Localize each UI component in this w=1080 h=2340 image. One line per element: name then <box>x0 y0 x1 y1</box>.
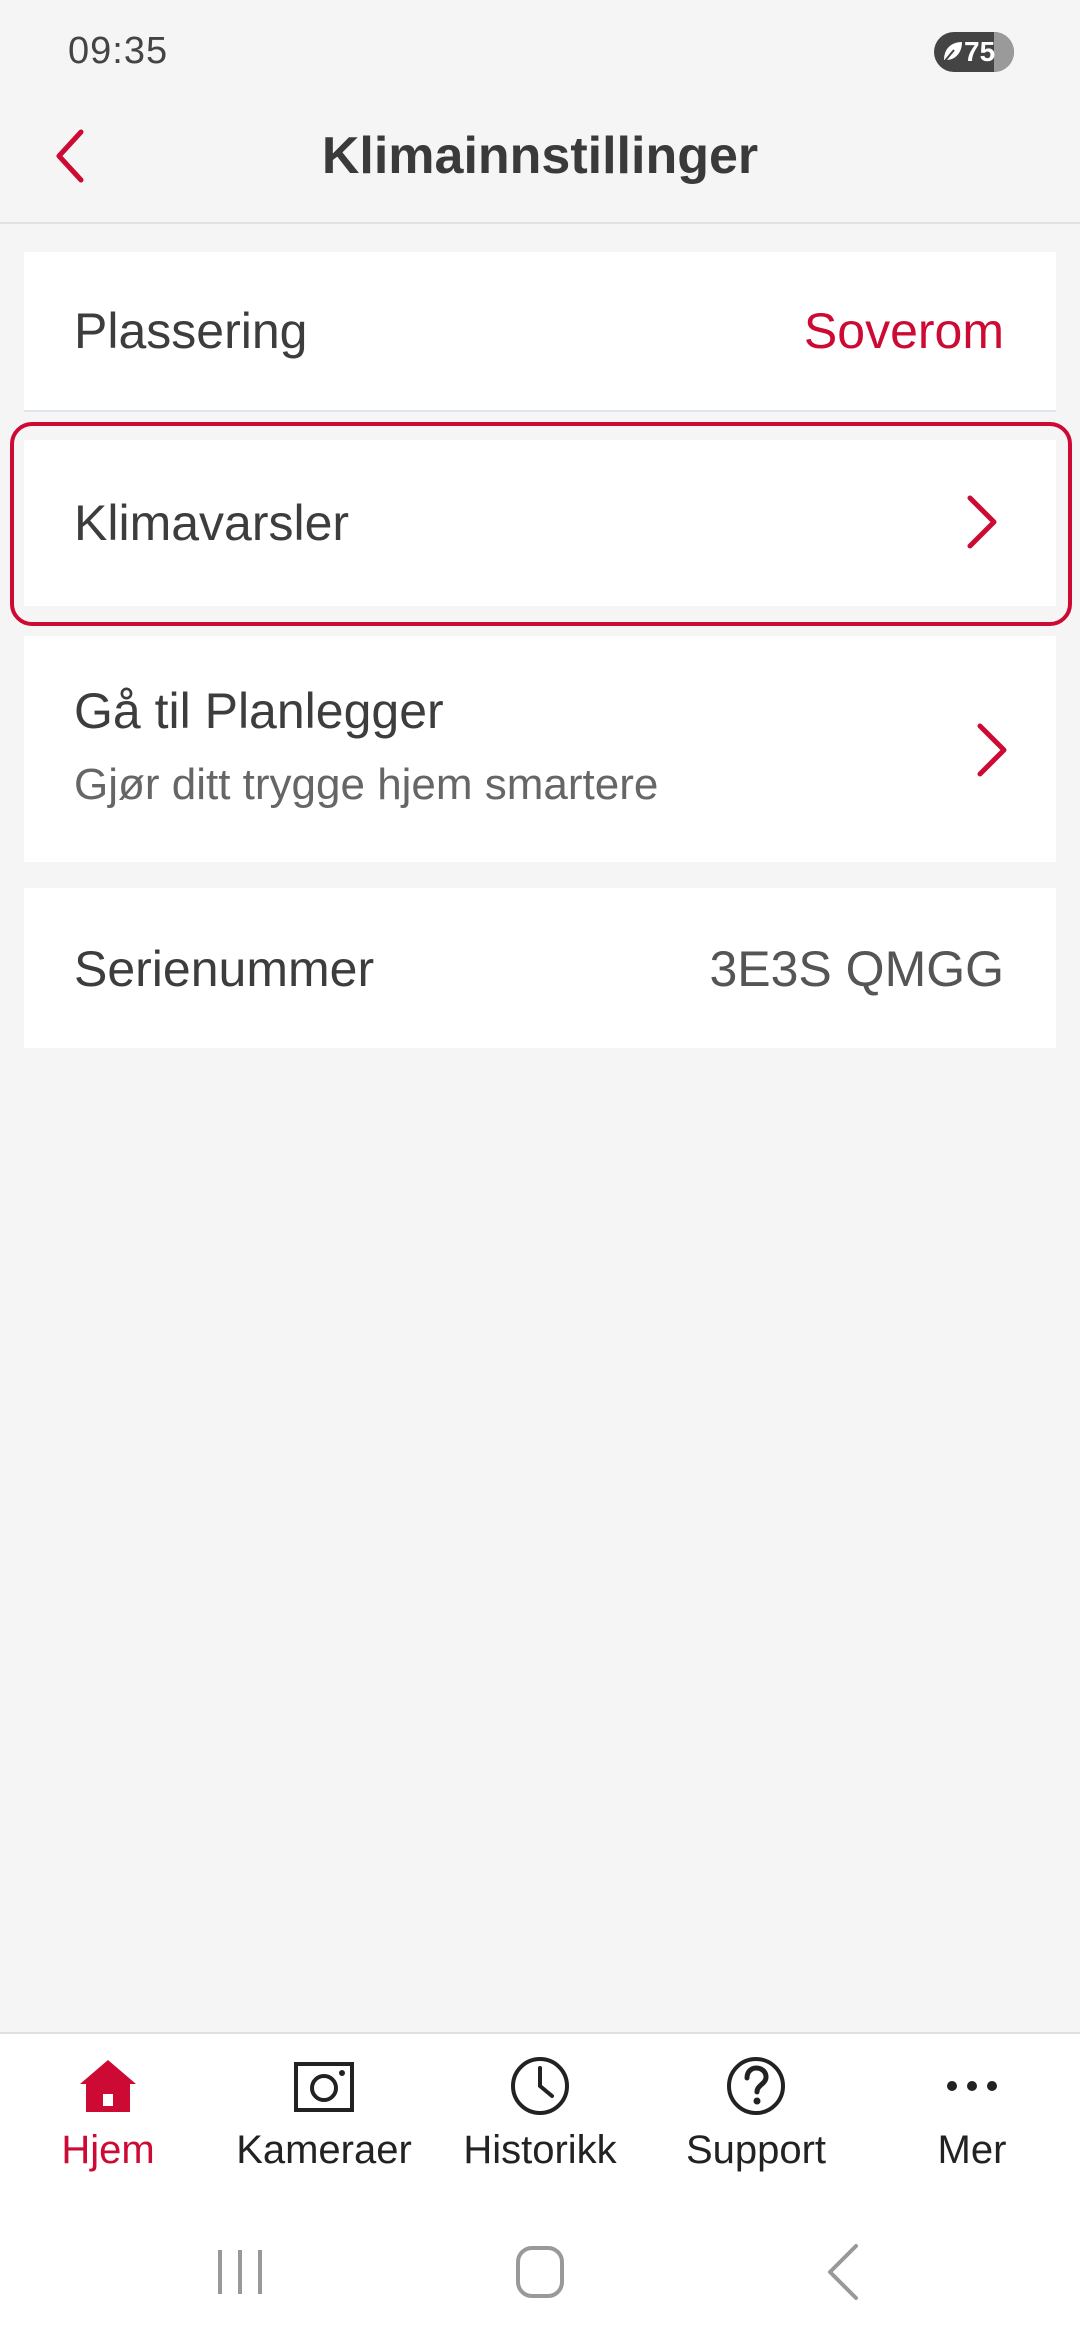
nav-label-home: Hjem <box>61 2128 155 2172</box>
nav-item-cameras[interactable]: Kameraer <box>216 2054 432 2204</box>
nav-item-home[interactable]: Hjem <box>0 2054 216 2204</box>
help-icon <box>727 2057 785 2115</box>
battery-empty-portion <box>994 32 1014 72</box>
leaf-icon <box>943 42 962 63</box>
serial-number-value: 3E3S QMGG <box>709 941 1004 997</box>
climate-alerts-label: Klimavarsler <box>74 495 350 551</box>
bottom-navigation: Hjem Kameraer Historikk Support Mer <box>0 2032 1080 2202</box>
app-header: Klimainnstillinger <box>0 100 1080 224</box>
serial-number-label: Serienummer <box>74 941 375 997</box>
page-title: Klimainnstillinger <box>321 127 759 185</box>
nav-label-cameras: Kameraer <box>236 2128 412 2172</box>
recent-apps-icon[interactable] <box>190 2232 290 2312</box>
nav-item-history[interactable]: Historikk <box>432 2054 648 2204</box>
battery-level-text: 75 <box>964 36 996 67</box>
status-time: 09:35 <box>68 30 169 72</box>
planner-subtitle: Gjør ditt trygge hjem smartere <box>74 760 659 809</box>
battery-indicator: 75 <box>934 32 1014 72</box>
screen: 09:35 75 Klimainnstillinger Plassering S… <box>0 0 1080 2340</box>
serial-number-row: Serienummer 3E3S QMGG <box>24 888 1056 1048</box>
climate-alerts-row[interactable]: Klimavarsler <box>24 440 1056 606</box>
nav-label-support: Support <box>685 2128 827 2172</box>
home-button-icon[interactable] <box>490 2232 590 2312</box>
nav-label-more: Mer <box>937 2128 1007 2172</box>
home-icon <box>80 2060 136 2112</box>
nav-item-support[interactable]: Support <box>648 2054 864 2204</box>
location-label: Plassering <box>74 303 308 359</box>
more-icon <box>947 2081 997 2091</box>
planner-label: Gå til Planlegger <box>74 683 444 739</box>
system-navigation-bar <box>0 2202 1080 2340</box>
camera-icon <box>294 2062 354 2112</box>
clock-icon <box>511 2057 569 2115</box>
system-back-icon[interactable] <box>794 2232 894 2312</box>
status-bar: 09:35 75 <box>0 0 1080 100</box>
location-value: Soverom <box>803 303 1004 359</box>
nav-label-history: Historikk <box>463 2128 617 2172</box>
location-row[interactable]: Plassering Soverom <box>24 252 1056 412</box>
nav-item-more[interactable]: Mer <box>864 2054 1080 2204</box>
planner-row[interactable]: Gå til Planlegger Gjør ditt trygge hjem … <box>24 636 1056 862</box>
chevron-right-icon <box>977 723 1007 777</box>
chevron-right-icon <box>967 495 997 549</box>
